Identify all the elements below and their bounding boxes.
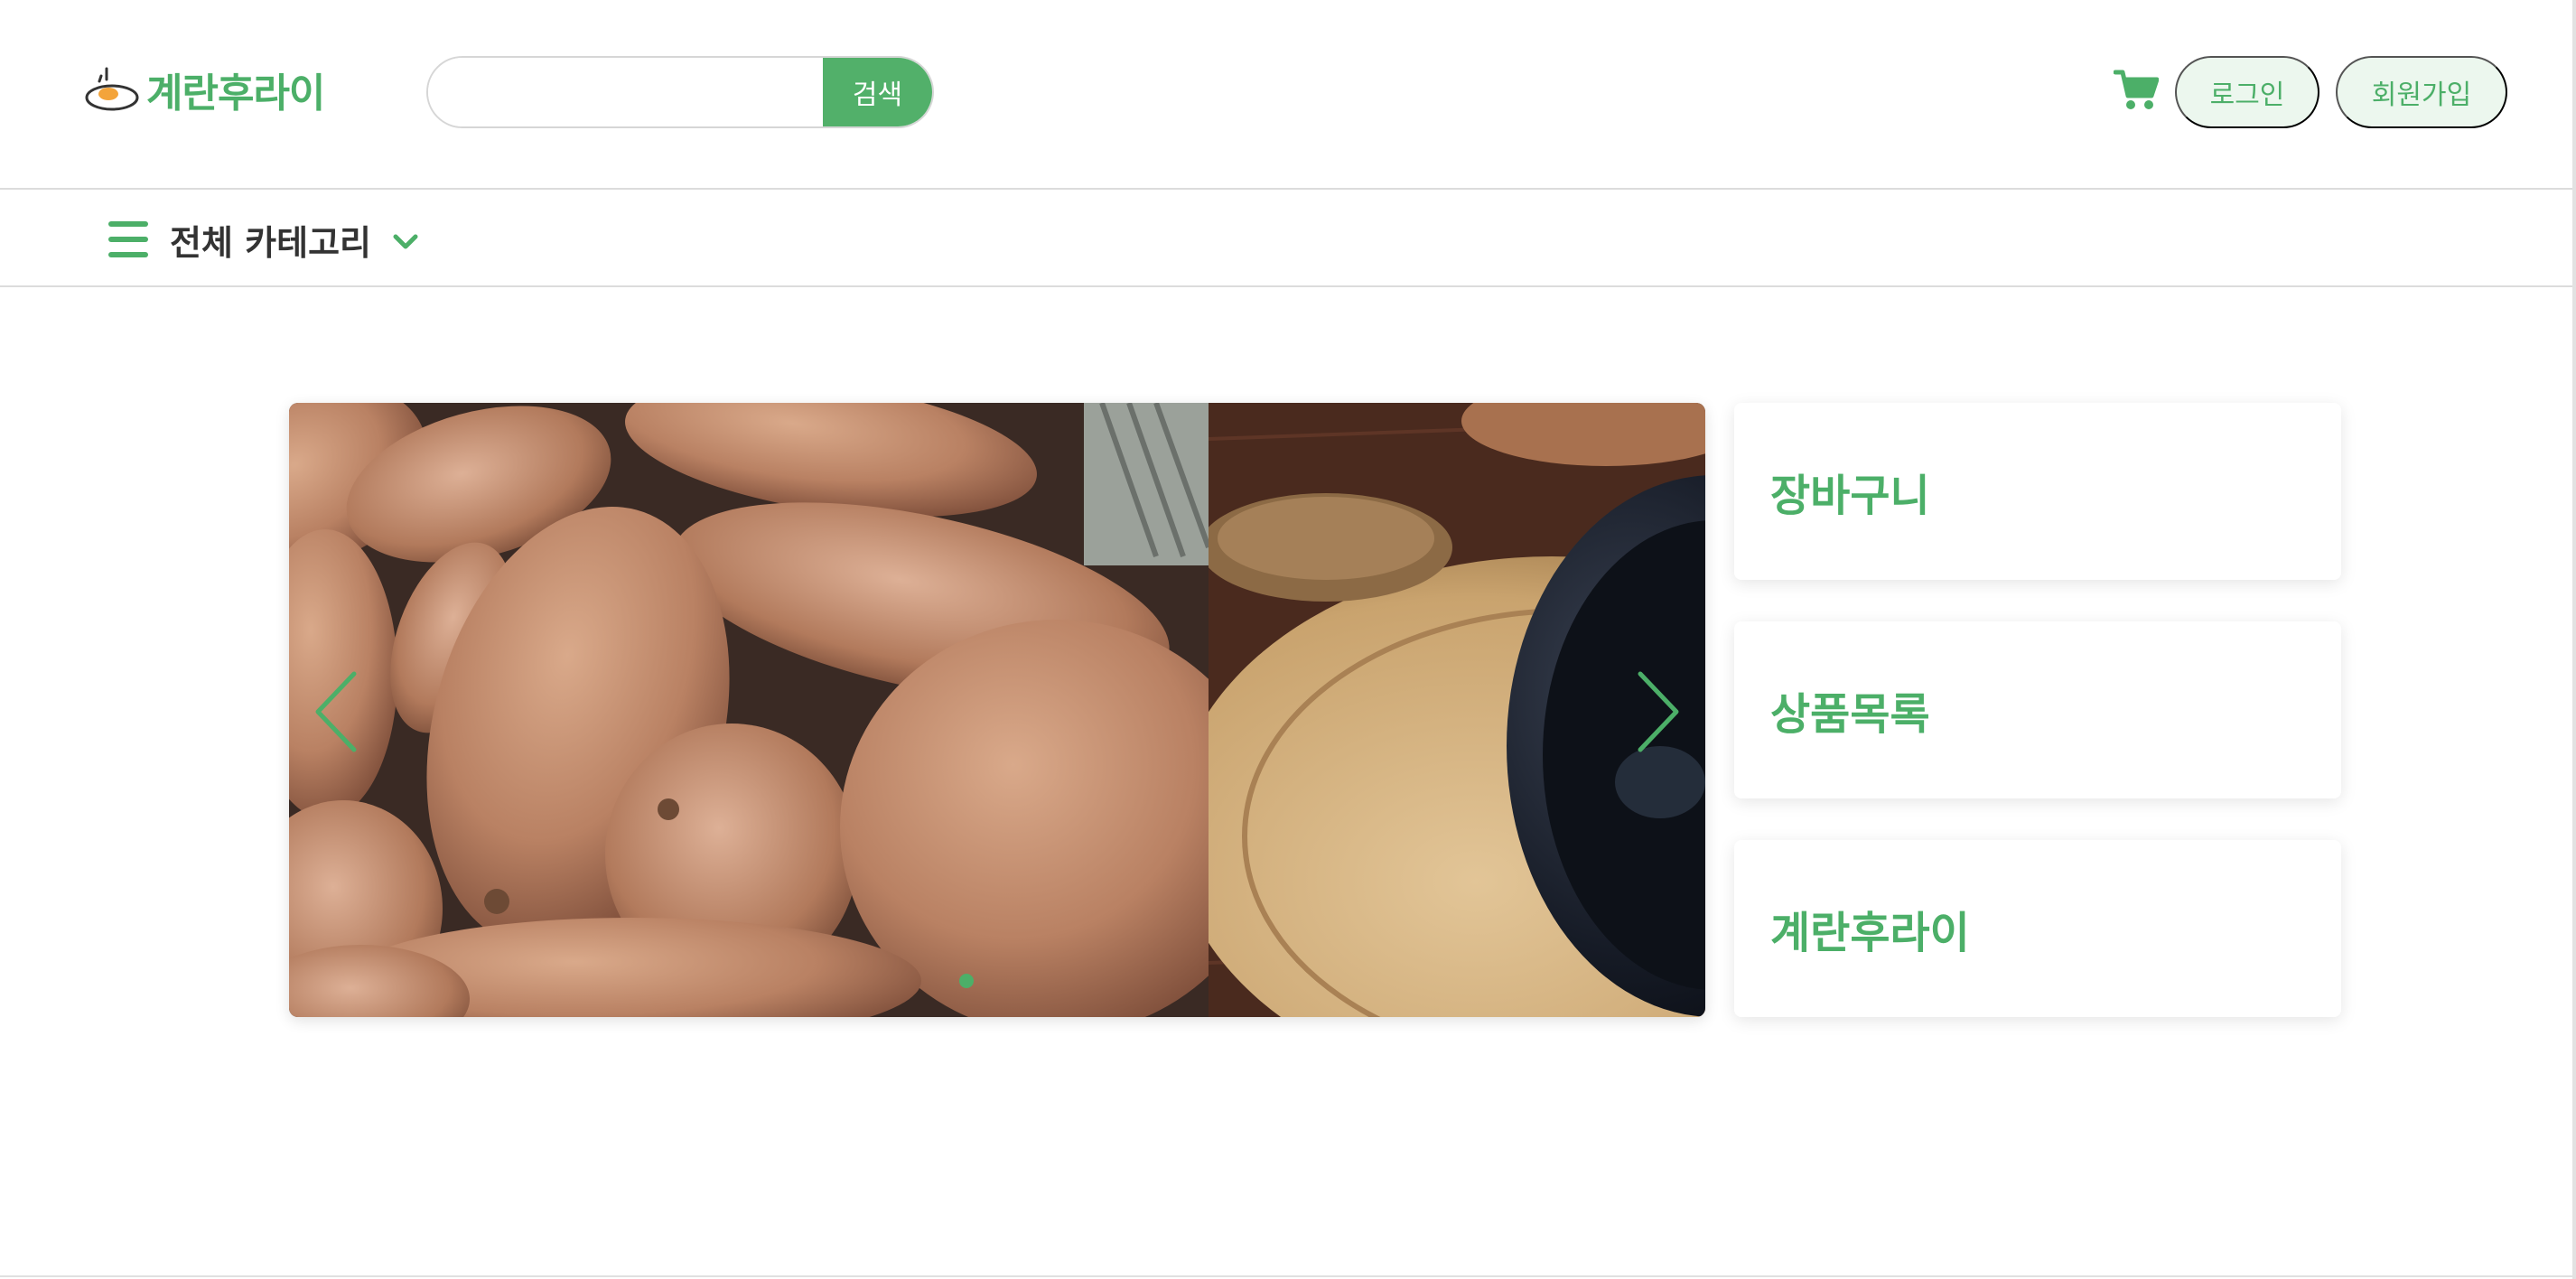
search-button[interactable]: 검색 [823, 58, 932, 126]
chevron-left-icon[interactable] [311, 670, 361, 753]
brand-card[interactable]: 계란후라이 [1734, 840, 2341, 1017]
product-list-card[interactable]: 상품목록 [1734, 621, 2341, 798]
product-list-card-label: 상품목록 [1770, 689, 1930, 740]
site-logo[interactable]: 계란후라이 [85, 61, 325, 117]
chevron-right-icon[interactable] [1633, 670, 1684, 753]
chevron-down-icon [393, 234, 418, 249]
wooden-board-bowl-photo [1209, 403, 1705, 1017]
all-categories-label: 전체 카테고리 [170, 222, 371, 263]
carousel-dot-active[interactable] [959, 974, 974, 988]
search-bar: 검색 [426, 56, 934, 128]
category-nav: 전체 카테고리 [0, 191, 2576, 287]
page-scrollbar[interactable] [2572, 0, 2576, 1279]
sweet-potatoes-photo [289, 403, 1209, 1017]
fried-egg-logo-icon [85, 67, 139, 111]
site-header: 계란후라이 검색 로그인 회원가입 [0, 0, 2576, 190]
footer-divider [0, 1275, 2576, 1277]
login-button[interactable]: 로그인 [2175, 56, 2319, 128]
search-input[interactable] [428, 58, 823, 126]
hero-carousel [289, 403, 1705, 1017]
signup-button[interactable]: 회원가입 [2336, 56, 2507, 128]
brand-card-label: 계란후라이 [1770, 908, 1970, 958]
cart-card-label: 장바구니 [1770, 471, 1930, 521]
carousel-indicators [959, 974, 974, 988]
logo-text: 계란후라이 [146, 70, 325, 117]
hamburger-menu-icon [108, 221, 148, 257]
cart-card[interactable]: 장바구니 [1734, 403, 2341, 580]
shopping-cart-icon[interactable] [2114, 69, 2159, 112]
all-categories-toggle[interactable]: 전체 카테고리 [108, 211, 418, 267]
